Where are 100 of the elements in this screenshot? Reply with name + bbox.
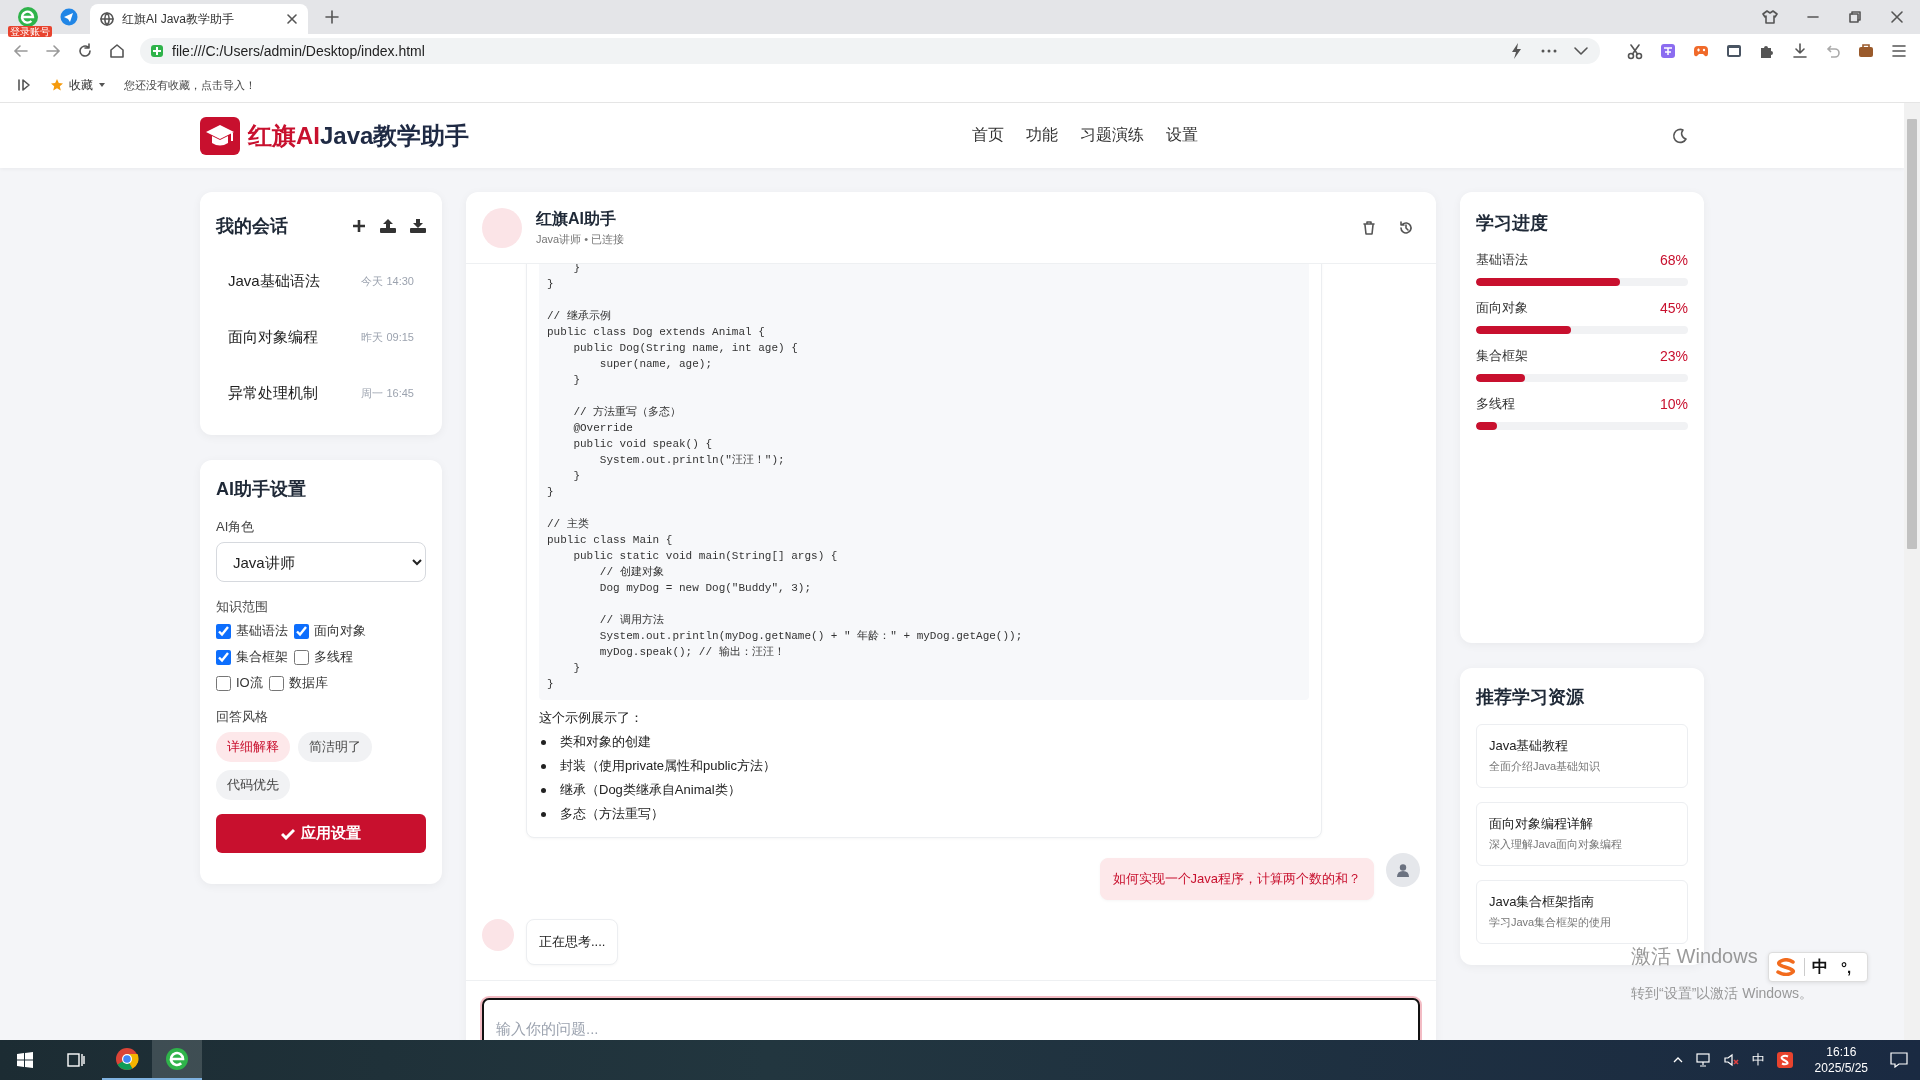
back-icon[interactable]	[12, 42, 30, 60]
ime-punctuation[interactable]: °,	[1841, 958, 1852, 976]
field-label: AI角色	[216, 518, 256, 536]
conversation-title[interactable]: Java基础语法	[228, 271, 320, 291]
browser-logo-icon[interactable]	[165, 1047, 189, 1071]
ime-toolbar[interactable]: 中 °,	[1768, 952, 1868, 982]
checkbox-label: 数据库	[288, 674, 328, 692]
browser-tab[interactable]: 红旗AI Java教学助手	[90, 4, 308, 34]
scissors-icon[interactable]	[1626, 42, 1644, 60]
translate-icon[interactable]	[1659, 42, 1677, 60]
logo-text[interactable]: 红旗AIJava教学助手	[248, 119, 470, 152]
briefcase-icon[interactable]	[1857, 42, 1875, 60]
checkbox[interactable]	[216, 623, 231, 639]
plus-icon[interactable]	[352, 219, 366, 233]
assistant-status: Java讲师 • 已连接	[536, 231, 625, 247]
upload-icon[interactable]	[380, 219, 396, 233]
checkbox-label: IO流	[236, 674, 263, 692]
checkbox-label: 面向对象	[314, 622, 366, 640]
input-field[interactable]: 输入你的问题...	[482, 998, 1420, 1040]
progress-label: 集合框架	[1476, 347, 1528, 365]
code-block: } } // 继承示例 public class Dog extends Animal { public Dog(String name, int age) { super(name, age); } // 方法重写（多态） @Override public void speak() { System.out.println("汪汪！"); } } // 主类 public class Main { public static void main(String[] args) { // 创建对象 Dog myDog = new Dog("Buddy", 3); // 调用方法 System.out.println(myDog.getName() + " 年龄：" + myDog.getAge()); myDog.speak(); // 输出：汪汪！ } }	[539, 264, 1309, 700]
volume-muted-icon[interactable]	[1723, 1053, 1740, 1067]
resource-card[interactable]: 面向对象编程详解 深入理解Java面向对象编程	[1476, 802, 1688, 866]
address-field[interactable]: file:///C:/Users/admin/Desktop/index.html	[140, 38, 1600, 64]
progress-label: 面向对象	[1476, 299, 1528, 317]
close-icon[interactable]	[286, 13, 298, 25]
checkbox[interactable]	[216, 675, 231, 691]
notification-icon[interactable]	[1890, 1052, 1908, 1068]
resource-card[interactable]: Java基础教程 全面介绍Java基础知识	[1476, 724, 1688, 788]
scrollbar[interactable]	[1904, 103, 1920, 1040]
user-message: 如何实现一个Java程序，计算两个数的和？	[1099, 858, 1374, 900]
activation-hint: 转到“设置”以激活 Windows。	[1631, 984, 1813, 1003]
conversation-title[interactable]: 异常处理机制	[228, 383, 318, 403]
message-text: 这个示例展示了：	[539, 709, 644, 727]
login-badge[interactable]: 登录账号	[8, 26, 52, 37]
card-title: 推荐学习资源	[1476, 686, 1585, 709]
style-chip[interactable]: 详细解释	[216, 732, 290, 762]
history-icon[interactable]	[1398, 219, 1414, 236]
bullet-dot	[541, 787, 546, 793]
nav-link[interactable]: 设置	[1166, 125, 1198, 146]
forward-icon[interactable]	[44, 42, 62, 60]
list-item: 类和对象的创建	[560, 733, 651, 751]
progress-label: 多线程	[1476, 395, 1515, 413]
style-chip[interactable]: 简洁明了	[298, 732, 372, 762]
close-icon[interactable]	[1890, 10, 1904, 24]
progress-value: 10%	[1659, 396, 1688, 412]
resource-title: 面向对象编程详解	[1489, 815, 1594, 833]
moon-icon[interactable]	[1672, 127, 1688, 144]
download-icon[interactable]	[1791, 42, 1809, 60]
sogou-icon[interactable]	[1776, 1052, 1793, 1068]
menu-icon[interactable]	[1890, 42, 1908, 60]
network-icon[interactable]	[1695, 1053, 1712, 1067]
paper-plane-icon[interactable]	[60, 8, 78, 26]
resource-card[interactable]: Java集合框架指南 学习Java集合框架的使用	[1476, 880, 1688, 944]
card-title: 我的会话	[216, 215, 288, 238]
progress-value: 68%	[1659, 252, 1688, 268]
checkbox-label: 集合框架	[236, 648, 288, 666]
nav-link[interactable]: 首页	[972, 125, 1004, 146]
caret-icon	[98, 81, 106, 89]
checkbox[interactable]	[268, 675, 284, 691]
conversation-title[interactable]: 面向对象编程	[228, 327, 318, 347]
role-select[interactable]: Java讲师	[216, 542, 426, 582]
bookmarks-button[interactable]: 收藏	[50, 76, 106, 94]
scroll-thumb[interactable]	[1907, 119, 1917, 549]
apply-button[interactable]: 应用设置	[216, 814, 426, 853]
clock[interactable]: 16:16 2025/5/25	[1814, 1044, 1868, 1076]
conversation-time: 昨天 09:15	[361, 329, 414, 345]
shirt-icon[interactable]	[1762, 9, 1778, 25]
star-icon	[50, 78, 64, 92]
nav-link[interactable]: 习题演练	[1080, 125, 1144, 146]
tab-title: 红旗AI Java教学助手	[122, 10, 236, 28]
progress-value: 23%	[1659, 348, 1688, 364]
download-icon[interactable]	[410, 219, 426, 233]
task-view-icon[interactable]	[67, 1052, 85, 1068]
browser-logo-icon[interactable]	[17, 6, 39, 28]
restore-icon[interactable]	[1848, 10, 1862, 24]
progress-label: 基础语法	[1476, 251, 1528, 269]
chrome-icon[interactable]	[115, 1047, 139, 1071]
home-icon[interactable]	[108, 42, 126, 60]
checkbox[interactable]	[294, 623, 309, 639]
list-item: 继承（Dog类继承自Animal类）	[560, 781, 741, 799]
bullet-dot	[541, 739, 546, 745]
checkbox-label: 多线程	[314, 648, 353, 666]
conversation-time: 今天 14:30	[361, 273, 414, 289]
resource-title: Java基础教程	[1489, 737, 1570, 755]
style-chip[interactable]: 代码优先	[216, 770, 290, 800]
window-icon[interactable]	[1725, 42, 1743, 60]
trash-icon[interactable]	[1362, 220, 1376, 235]
sidebar-toggle-icon[interactable]	[16, 77, 32, 93]
nav-link[interactable]: 功能	[1026, 125, 1058, 146]
list-item: 多态（方法重写）	[560, 805, 664, 823]
reload-icon[interactable]	[76, 42, 94, 60]
graduation-cap-icon[interactable]	[200, 116, 240, 155]
bookmarks-hint[interactable]: 您还没有收藏，点击导入！	[124, 77, 256, 93]
ime-mode[interactable]: 中	[1812, 956, 1828, 978]
checkbox[interactable]	[294, 649, 309, 665]
checkbox[interactable]	[216, 649, 231, 665]
windows-icon[interactable]	[17, 1052, 33, 1068]
card-title: 学习进度	[1476, 212, 1549, 235]
input-language[interactable]: 中	[1751, 1051, 1765, 1069]
